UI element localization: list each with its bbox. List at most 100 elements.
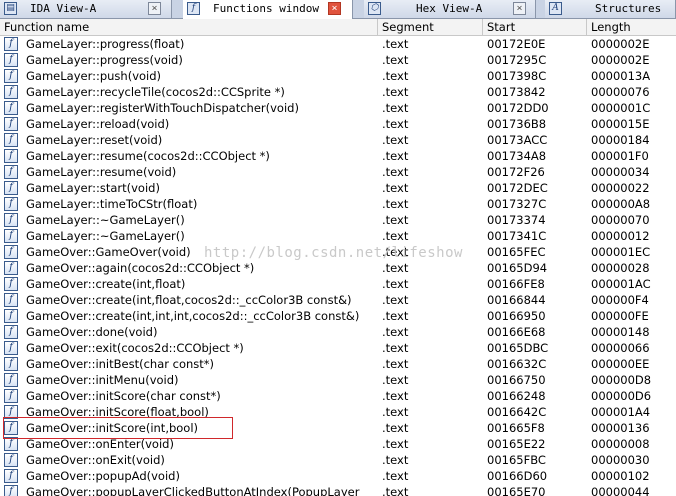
function-icon: f — [4, 453, 18, 467]
function-icon: f — [187, 2, 200, 15]
function-name-cell: GameLayer::resume(void) — [26, 165, 177, 179]
table-row[interactable]: f GameLayer::~GameLayer() .text 00173374 000… — [0, 212, 676, 228]
start-cell: 0017295C — [487, 53, 547, 67]
table-row[interactable]: f GameLayer::push(void) .text 0017398C 00000… — [0, 68, 676, 84]
function-icon: f — [4, 437, 18, 451]
start-cell: 00166D60 — [487, 469, 548, 483]
length-cell: 000000FE — [591, 309, 649, 323]
function-icon: f — [4, 261, 18, 275]
table-row[interactable]: f GameOver::create(int,int,int,cocos2d::_… — [0, 308, 676, 324]
segment-cell: .text — [382, 469, 409, 483]
segment-cell: .text — [382, 357, 409, 371]
table-row[interactable]: f GameOver::again(cocos2d::CCObject *) .te… — [0, 260, 676, 276]
tab-hex-view-a[interactable]: ⬡ Hex View-A × — [364, 0, 536, 18]
segment-cell: .text — [382, 293, 409, 307]
tab-ida-view-a[interactable]: ▤ IDA View-A × — [0, 0, 172, 18]
segment-cell: .text — [382, 69, 409, 83]
table-row[interactable]: f GameOver::GameOver(void) .text 00165FEC 00… — [0, 244, 676, 260]
length-cell: 0000015E — [591, 117, 650, 131]
function-name-cell: GameLayer::progress(void) — [26, 53, 183, 67]
table-row[interactable]: f GameLayer::recycleTile(cocos2d::CCSprit… — [0, 84, 676, 100]
table-row[interactable]: f GameOver::initScore(char const*) .text 00… — [0, 388, 676, 404]
length-cell: 00000070 — [591, 213, 650, 227]
segment-cell: .text — [382, 405, 409, 419]
segment-cell: .text — [382, 325, 409, 339]
start-cell: 00165DBC — [487, 341, 549, 355]
start-cell: 00165E70 — [487, 485, 546, 496]
segment-cell: .text — [382, 341, 409, 355]
table-row[interactable]: f GameOver::exit(cocos2d::CCObject *) .tex… — [0, 340, 676, 356]
table-row[interactable]: f GameLayer::timeToCStr(float) .text 001732… — [0, 196, 676, 212]
function-name-cell: GameOver::onExit(void) — [26, 453, 165, 467]
start-cell: 00166E68 — [487, 325, 546, 339]
segment-cell: .text — [382, 421, 409, 435]
function-icon: f — [4, 325, 18, 339]
length-cell: 00000184 — [591, 133, 650, 147]
table-row[interactable]: f GameOver::popupLayerClickedButtonAtInde… — [0, 484, 676, 496]
function-icon: f — [4, 341, 18, 355]
table-row[interactable]: f GameLayer::reload(void) .text 001736B8 000… — [0, 116, 676, 132]
length-cell: 000000EE — [591, 357, 650, 371]
table-row[interactable]: f GameLayer::reset(void) .text 00173ACC 0000… — [0, 132, 676, 148]
table-row[interactable]: f GameOver::initScore(float,bool) .text 001… — [0, 404, 676, 420]
length-cell: 0000002E — [591, 53, 650, 67]
table-row[interactable]: f GameOver::done(void) .text 00166E68 000001… — [0, 324, 676, 340]
function-icon: f — [4, 165, 18, 179]
function-icon: f — [4, 69, 18, 83]
tab-structures[interactable]: A Structures — [545, 0, 676, 18]
function-name-cell: GameOver::popupLayerClickedButtonAtIndex… — [26, 485, 360, 496]
function-name-cell: GameLayer::resume(cocos2d::CCObject *) — [26, 149, 270, 163]
length-cell: 00000148 — [591, 325, 650, 339]
segment-cell: .text — [382, 309, 409, 323]
function-icon: f — [4, 117, 18, 131]
function-name-cell: GameLayer::timeToCStr(float) — [26, 197, 198, 211]
table-row[interactable]: f GameOver::initMenu(void) .text 00166750 00… — [0, 372, 676, 388]
segment-cell: .text — [382, 197, 409, 211]
table-row[interactable]: f GameLayer::start(void) .text 00172DEC 0000… — [0, 180, 676, 196]
segment-cell: .text — [382, 53, 409, 67]
length-cell: 00000028 — [591, 261, 650, 275]
table-row[interactable]: f GameOver::initBest(char const*) .text 001… — [0, 356, 676, 372]
segment-cell: .text — [382, 453, 409, 467]
table-row[interactable]: f GameOver::create(int,float,cocos2d::_cc… — [0, 292, 676, 308]
close-icon[interactable]: × — [148, 2, 161, 15]
segment-cell: .text — [382, 245, 409, 259]
column-start[interactable]: Start — [483, 19, 587, 35]
start-cell: 00165E22 — [487, 437, 546, 451]
function-icon: f — [4, 37, 18, 51]
function-icon: f — [4, 469, 18, 483]
function-name-cell: GameLayer::recycleTile(cocos2d::CCSprite… — [26, 85, 285, 99]
column-function-name[interactable]: Function name — [0, 19, 378, 35]
segment-cell: .text — [382, 485, 409, 496]
table-row[interactable]: f GameLayer::registerWithTouchDispatcher(… — [0, 100, 676, 116]
length-cell: 00000012 — [591, 229, 650, 243]
segment-cell: .text — [382, 373, 409, 387]
table-row[interactable]: f GameOver::popupAd(void) .text 00166D60 000… — [0, 468, 676, 484]
table-row[interactable]: f GameLayer::progress(float) .text 00172E0E… — [0, 36, 676, 52]
table-row[interactable]: f GameOver::onEnter(void) .text 00165E22 000… — [0, 436, 676, 452]
column-segment[interactable]: Segment — [378, 19, 483, 35]
function-icon: f — [4, 133, 18, 147]
function-name-cell: GameLayer::progress(float) — [26, 37, 185, 51]
table-row[interactable]: f GameLayer::~GameLayer() .text 0017341C 000… — [0, 228, 676, 244]
tab-functions-window[interactable]: f Functions window × — [183, 0, 353, 19]
segment-cell: .text — [382, 277, 409, 291]
table-row[interactable]: f GameLayer::resume(void) .text 00172F26 000… — [0, 164, 676, 180]
length-cell: 000000A8 — [591, 197, 651, 211]
function-icon: f — [4, 421, 18, 435]
function-name-cell: GameLayer::~GameLayer() — [26, 229, 185, 243]
length-cell: 00000008 — [591, 437, 650, 451]
function-icon: f — [4, 213, 18, 227]
table-row[interactable]: f GameOver::onExit(void) .text 00165FBC 0000… — [0, 452, 676, 468]
tab-hex-view-a-label: Hex View-A — [416, 2, 483, 15]
length-cell: 000001F0 — [591, 149, 649, 163]
column-length[interactable]: Length — [587, 19, 676, 35]
function-icon: f — [4, 101, 18, 115]
length-cell: 0000013A — [591, 69, 651, 83]
table-row[interactable]: f GameLayer::resume(cocos2d::CCObject *).… — [0, 148, 676, 164]
table-row[interactable]: f GameOver::initScore(int,bool) .text 00166… — [0, 420, 676, 436]
close-icon[interactable]: × — [328, 2, 341, 15]
table-row[interactable]: f GameOver::create(int,float) .text 00166FE… — [0, 276, 676, 292]
table-row[interactable]: f GameLayer::progress(void) .text 0017295C 0… — [0, 52, 676, 68]
close-icon[interactable]: × — [513, 2, 526, 15]
